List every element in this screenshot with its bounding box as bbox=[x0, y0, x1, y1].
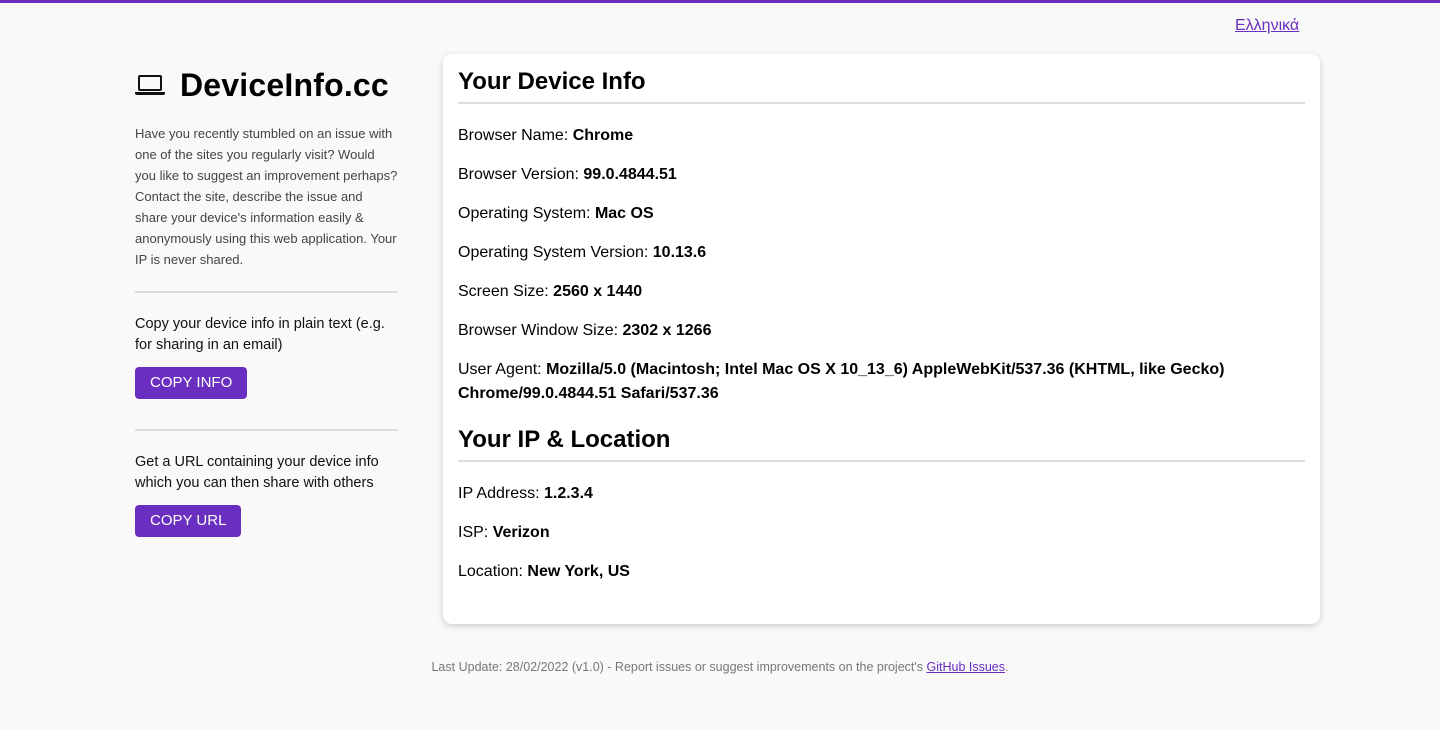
info-row-user-agent: User Agent: Mozilla/5.0 (Macintosh; Inte… bbox=[458, 361, 1225, 402]
device-info-list: Browser Name: Chrome Browser Version: 99… bbox=[458, 124, 1305, 406]
footer-text: Last Update: 28/02/2022 (v1.0) - Report … bbox=[431, 660, 927, 674]
info-row-browser-name: Browser Name: Chrome bbox=[458, 127, 634, 144]
sidebar: DeviceInfo.cc Have you recently stumbled… bbox=[135, 66, 398, 537]
copy-info-help: Copy your device info in plain text (e.g… bbox=[135, 316, 385, 353]
info-row-isp: ISP: Verizon bbox=[458, 524, 550, 541]
info-row-location: Location: New York, US bbox=[458, 563, 630, 580]
divider bbox=[135, 429, 398, 431]
copy-url-button[interactable]: COPY URL bbox=[135, 505, 242, 537]
ip-info-list: IP Address: 1.2.3.4 ISP: Verizon Locatio… bbox=[458, 482, 1305, 584]
info-card: Your Device Info Browser Name: Chrome Br… bbox=[443, 54, 1320, 624]
copy-url-help: Get a URL containing your device info wh… bbox=[135, 454, 379, 491]
top-accent-bar bbox=[0, 0, 1440, 3]
info-row-os-version: Operating System Version: 10.13.6 bbox=[458, 244, 707, 261]
site-logo[interactable]: DeviceInfo.cc bbox=[135, 66, 398, 104]
site-title: DeviceInfo.cc bbox=[180, 66, 389, 103]
language-switch-link[interactable]: Ελληνικά bbox=[1235, 17, 1299, 35]
page-footer: Last Update: 28/02/2022 (v1.0) - Report … bbox=[0, 660, 1440, 674]
footer-end: . bbox=[1005, 660, 1009, 674]
laptop-icon bbox=[135, 73, 165, 97]
info-row-ip: IP Address: 1.2.3.4 bbox=[458, 485, 593, 502]
info-row-browser-version: Browser Version: 99.0.4844.51 bbox=[458, 166, 677, 183]
info-row-os: Operating System: Mac OS bbox=[458, 205, 654, 222]
intro-text: Have you recently stumbled on an issue w… bbox=[135, 126, 398, 267]
copy-info-button[interactable]: COPY INFO bbox=[135, 367, 248, 399]
divider bbox=[135, 291, 398, 293]
info-row-screen-size: Screen Size: 2560 x 1440 bbox=[458, 283, 643, 300]
ip-location-heading: Your IP & Location bbox=[458, 425, 1305, 462]
device-info-heading: Your Device Info bbox=[458, 67, 1305, 104]
info-row-window-size: Browser Window Size: 2302 x 1266 bbox=[458, 322, 712, 339]
github-issues-link[interactable]: GitHub Issues bbox=[927, 660, 1006, 674]
